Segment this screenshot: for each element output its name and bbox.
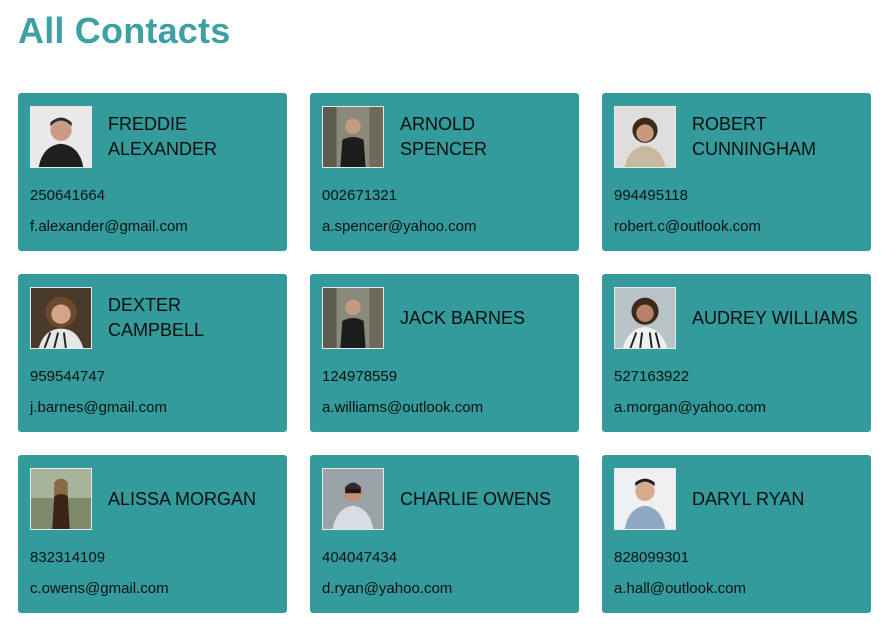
avatar xyxy=(614,287,676,349)
contact-phone: 832314109 xyxy=(30,549,106,566)
contact-card-header: Dexter Campbell xyxy=(30,286,275,350)
contact-card-header: Robert Cunningham xyxy=(614,105,859,169)
contact-phone: 250641664 xyxy=(30,187,106,204)
page-title: All Contacts xyxy=(18,10,231,51)
avatar xyxy=(614,468,676,530)
contact-name: Arnold Spencer xyxy=(400,114,488,159)
contact-email[interactable]: f.alexander@gmail.com xyxy=(30,218,188,235)
contact-card[interactable]: Charlie Owens 404047434 d.ryan@yahoo.com xyxy=(310,455,579,613)
avatar xyxy=(30,287,92,349)
contact-phone: 002671321 xyxy=(322,187,398,204)
contact-email[interactable]: a.spencer@yahoo.com xyxy=(322,218,476,235)
contact-card-header: Daryl Ryan xyxy=(614,467,859,531)
contact-phone: 828099301 xyxy=(614,549,690,566)
contact-name: Dexter Campbell xyxy=(108,295,205,340)
contact-name: Robert Cunningham xyxy=(692,114,816,159)
avatar xyxy=(30,468,92,530)
contact-phone: 994495118 xyxy=(614,187,688,204)
avatar xyxy=(322,287,384,349)
contact-card[interactable]: Daryl Ryan 828099301 a.hall@outlook.com xyxy=(602,455,871,613)
contact-email[interactable]: robert.c@outlook.com xyxy=(614,218,761,235)
contact-phone: 959544747 xyxy=(30,368,106,385)
contact-name: Daryl Ryan xyxy=(692,488,805,509)
contact-card[interactable]: Audrey Williams 527163922 a.morgan@yahoo… xyxy=(602,274,871,432)
contact-name: Jack Barnes xyxy=(400,307,526,328)
contact-phone: 527163922 xyxy=(614,368,690,385)
contact-email[interactable]: j.barnes@gmail.com xyxy=(30,399,167,416)
contact-name: Audrey Williams xyxy=(692,307,858,328)
contact-email[interactable]: c.owens@gmail.com xyxy=(30,580,169,597)
contact-email[interactable]: d.ryan@yahoo.com xyxy=(322,580,452,597)
contact-card[interactable]: Robert Cunningham 994495118 robert.c@out… xyxy=(602,93,871,251)
contact-email[interactable]: a.hall@outlook.com xyxy=(614,580,746,597)
avatar xyxy=(30,106,92,168)
contact-phone: 404047434 xyxy=(322,549,398,566)
contact-name: Alissa Morgan xyxy=(108,488,257,509)
contact-card-header: Arnold Spencer xyxy=(322,105,567,169)
avatar xyxy=(322,106,384,168)
contact-phone: 124978559 xyxy=(322,368,398,385)
avatar xyxy=(614,106,676,168)
contact-card[interactable]: Alissa Morgan 832314109 c.owens@gmail.co… xyxy=(18,455,287,613)
contact-card[interactable]: Dexter Campbell 959544747 j.barnes@gmail… xyxy=(18,274,287,432)
contact-card-header: Freddie Alexander xyxy=(30,105,275,169)
contact-card-header: Jack Barnes xyxy=(322,286,567,350)
contact-card[interactable]: Freddie Alexander 250641664 f.alexander@… xyxy=(18,93,287,251)
contact-card[interactable]: Arnold Spencer 002671321 a.spencer@yahoo… xyxy=(310,93,579,251)
contact-email[interactable]: a.williams@outlook.com xyxy=(322,399,483,416)
contacts-grid: Freddie Alexander 250641664 f.alexander@… xyxy=(18,93,871,613)
contact-card-header: Charlie Owens xyxy=(322,467,567,531)
contact-email[interactable]: a.morgan@yahoo.com xyxy=(614,399,766,416)
contact-card-header: Audrey Williams xyxy=(614,286,859,350)
avatar xyxy=(322,468,384,530)
contact-card[interactable]: Jack Barnes 124978559 a.williams@outlook… xyxy=(310,274,579,432)
contact-name: Charlie Owens xyxy=(400,488,552,509)
contact-card-header: Alissa Morgan xyxy=(30,467,275,531)
contact-name: Freddie Alexander xyxy=(108,114,218,159)
